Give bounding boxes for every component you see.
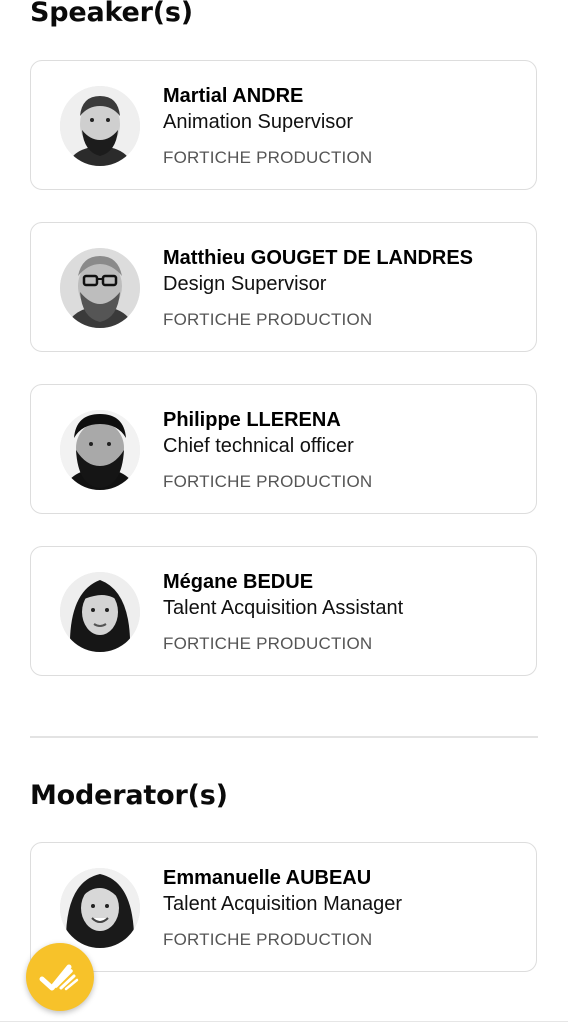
speaker-company: FORTICHE PRODUCTION: [163, 634, 373, 653]
speaker-card[interactable]: Mégane BEDUE Talent Acquisition Assistan…: [30, 546, 537, 676]
speaker-company: FORTICHE PRODUCTION: [163, 148, 373, 167]
speaker-card[interactable]: Matthieu GOUGET DE LANDRES Design Superv…: [30, 222, 537, 352]
speaker-role: Design Supervisor: [163, 273, 327, 295]
avatar: [60, 410, 140, 490]
speaker-card[interactable]: Philippe LLERENA Chief technical officer…: [30, 384, 537, 514]
bottom-divider: [0, 1021, 568, 1022]
moderator-name: Emmanuelle AUBEAU: [163, 867, 372, 889]
speaker-name: Martial ANDRE: [163, 85, 304, 107]
speaker-role: Animation Supervisor: [163, 111, 354, 133]
speaker-company: FORTICHE PRODUCTION: [163, 310, 373, 329]
avatar: [60, 572, 140, 652]
speaker-role: Talent Acquisition Assistant: [163, 597, 404, 619]
speaker-company: FORTICHE PRODUCTION: [163, 472, 373, 491]
speaker-name: Mégane BEDUE: [163, 571, 314, 593]
moderator-company: FORTICHE PRODUCTION: [163, 930, 373, 949]
clap-hand-icon: [39, 964, 79, 991]
speaker-name: Philippe LLERENA: [163, 409, 341, 431]
clap-button[interactable]: [26, 943, 94, 1011]
avatar: [60, 86, 140, 166]
moderator-card[interactable]: Emmanuelle AUBEAU Talent Acquisition Man…: [30, 842, 537, 972]
speaker-card[interactable]: Martial ANDRE Animation Supervisor FORTI…: [30, 60, 537, 190]
avatar: [60, 868, 140, 948]
moderator-role: Talent Acquisition Manager: [163, 893, 403, 915]
speakers-section-title: Speaker(s): [30, 0, 193, 28]
speaker-role: Chief technical officer: [163, 435, 354, 457]
avatar: [60, 248, 140, 328]
speaker-name: Matthieu GOUGET DE LANDRES: [163, 247, 474, 269]
moderators-section-title: Moderator(s): [30, 780, 228, 811]
section-divider: [30, 736, 538, 738]
